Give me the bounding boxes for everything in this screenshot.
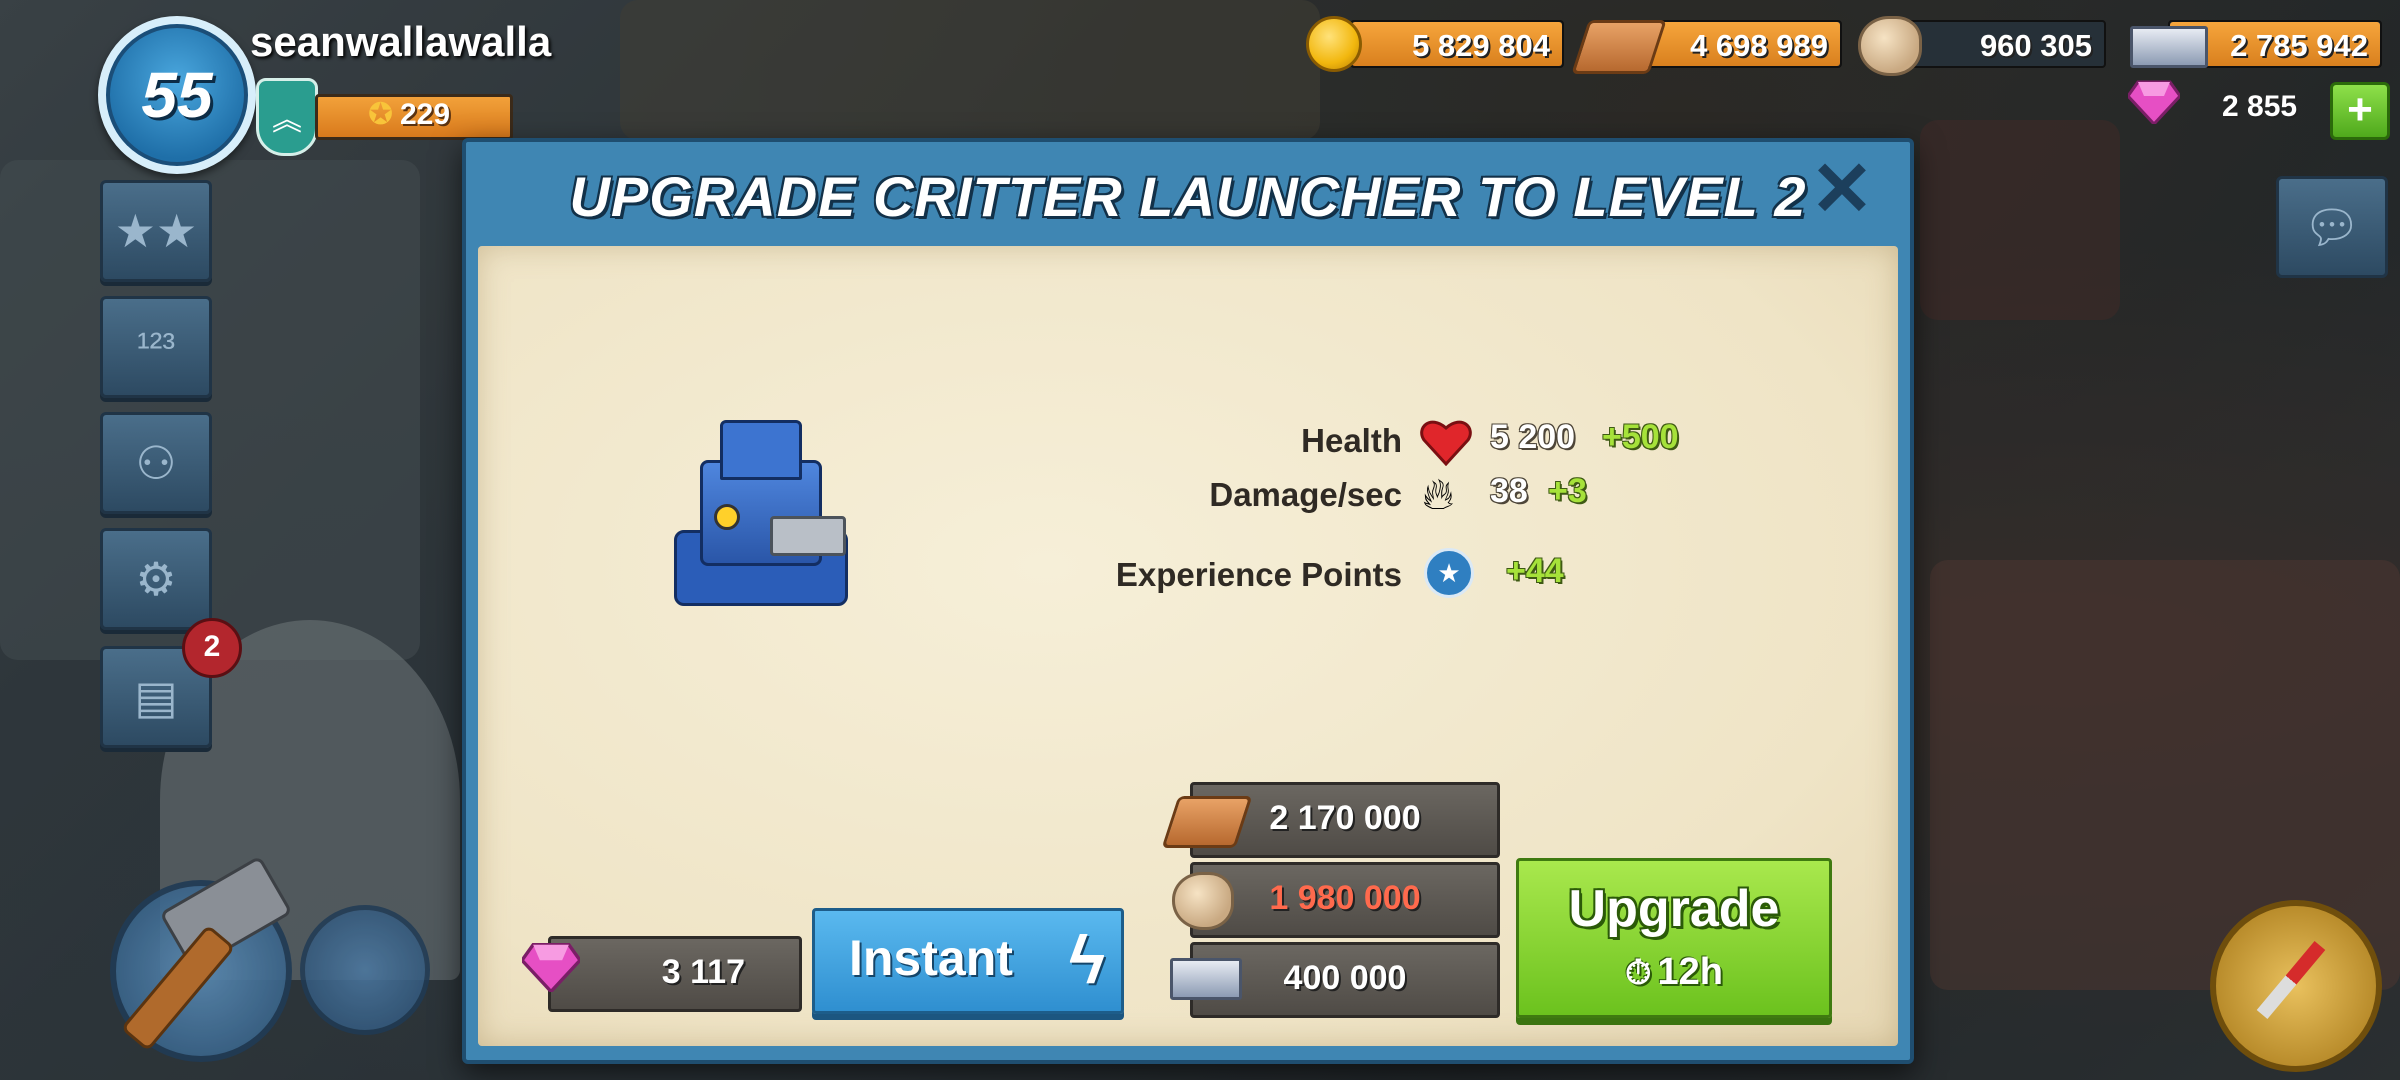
stone-cost-amount: 1 980 000 bbox=[1269, 879, 1421, 917]
upgrade-button-label: Upgrade bbox=[1568, 880, 1780, 938]
settings-button[interactable]: ⚙ bbox=[100, 528, 212, 630]
instant-button-label: Instant bbox=[849, 930, 1013, 986]
newspaper-icon: ▤ bbox=[134, 671, 178, 723]
add-diamonds-button[interactable]: + bbox=[2330, 82, 2390, 140]
map-compass-button[interactable] bbox=[2210, 900, 2382, 1072]
stat-increase-health: +500 bbox=[1602, 418, 1679, 456]
stars-icon: ★★ bbox=[114, 205, 198, 257]
instant-diamond-cost-box: 3 117 bbox=[548, 936, 802, 1012]
treasure-chest-button[interactable] bbox=[300, 905, 430, 1035]
podium-icon: ¹²³ bbox=[137, 325, 175, 368]
stat-label-experience: Experience Points bbox=[1115, 556, 1402, 593]
instant-diamond-cost: 3 117 bbox=[661, 953, 745, 991]
stat-value-damage: 38 bbox=[1490, 472, 1528, 510]
task-force-button[interactable]: ⚇ bbox=[100, 412, 212, 514]
stat-increase-experience: +44 bbox=[1506, 552, 1564, 590]
fire-icon: 🔥︎ bbox=[1422, 470, 1455, 519]
chat-button[interactable]: 💬︎ bbox=[2276, 176, 2388, 278]
heart-icon bbox=[1420, 420, 1472, 466]
stat-increase-damage: +3 bbox=[1548, 472, 1587, 510]
stat-value-health: 5 200 bbox=[1490, 418, 1576, 456]
iron-amount: 2 785 942 bbox=[2230, 28, 2368, 63]
chat-bubble-icon: 💬︎ bbox=[2302, 200, 2362, 253]
iron-ingot-icon bbox=[1170, 958, 1242, 1000]
stone-cost-box: 1 980 000 bbox=[1190, 862, 1500, 938]
group-icon: ⚇ bbox=[135, 437, 177, 489]
stone-icon bbox=[1858, 16, 1922, 76]
stone-amount: 960 305 bbox=[1979, 28, 2092, 63]
stopwatch-icon: ⏱︎ bbox=[1624, 954, 1652, 992]
critter-launcher-building-image bbox=[674, 420, 848, 616]
player-level: 55 bbox=[141, 59, 213, 131]
stat-label-damage: Damage/sec bbox=[1209, 476, 1402, 513]
diamond-icon bbox=[2128, 80, 2180, 124]
upgrade-time-row: ⏱︎ 12h bbox=[1519, 951, 1829, 994]
stat-label-health: Health bbox=[1301, 422, 1402, 459]
gear-icon: ⚙ bbox=[135, 553, 177, 605]
dialog-title: Upgrade Critter Launcher to Level 2 bbox=[569, 165, 1807, 228]
diamond-amount: 2 855 bbox=[2222, 90, 2298, 123]
xp-star-icon: ★ bbox=[1424, 548, 1474, 598]
wood-amount: 4 698 989 bbox=[1690, 28, 1828, 63]
stone-icon bbox=[1172, 872, 1234, 930]
medal-count: 229 bbox=[400, 98, 451, 131]
player-name: seanwallawalla bbox=[250, 18, 552, 65]
close-icon[interactable]: ✕ bbox=[1810, 152, 1874, 228]
leaderboard-button[interactable]: ¹²³ bbox=[100, 296, 212, 398]
lightning-icon: ϟ bbox=[1069, 922, 1105, 998]
gold-amount: 5 829 804 bbox=[1412, 28, 1550, 63]
star-ranks-button[interactable]: ★★ bbox=[100, 180, 212, 282]
iron-ingot-icon bbox=[2130, 26, 2208, 68]
player-level-badge[interactable]: 55 bbox=[98, 16, 256, 174]
gold-coin-icon bbox=[1306, 16, 1362, 72]
news-notification-badge: 2 bbox=[182, 618, 242, 678]
upgrade-button[interactable]: Upgrade ⏱︎ 12h bbox=[1516, 858, 1832, 1018]
gold-bar: 5 829 804 bbox=[1350, 20, 1564, 68]
diamond-icon bbox=[522, 943, 580, 992]
instant-button[interactable]: Instant ϟ bbox=[812, 908, 1124, 1014]
rank-chevron-icon[interactable]: ︽ bbox=[256, 78, 318, 156]
medal-icon: ✪ bbox=[368, 98, 394, 131]
upgrade-time: 12h bbox=[1657, 951, 1723, 993]
